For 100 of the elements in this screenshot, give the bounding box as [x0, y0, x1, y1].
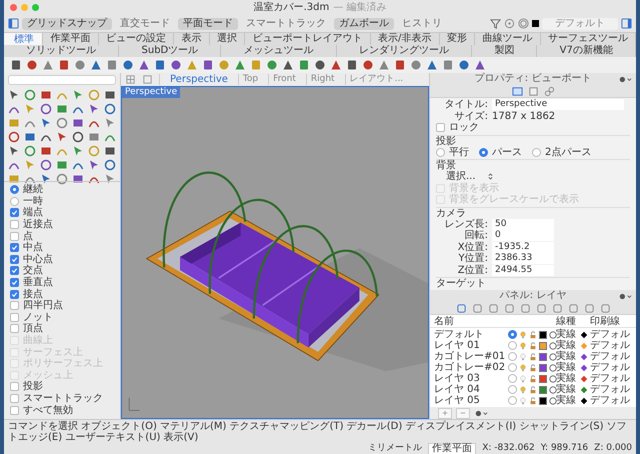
tool-icon[interactable] — [362, 59, 374, 71]
print-width-cell[interactable]: デフォル — [590, 384, 634, 395]
linetype-cell[interactable]: 実線 — [556, 373, 578, 384]
checkbox[interactable] — [10, 324, 19, 334]
tool-icon[interactable] — [24, 89, 36, 101]
tool-icon[interactable] — [104, 145, 116, 157]
tool-icon[interactable] — [56, 131, 68, 143]
light-bulb-icon[interactable] — [519, 374, 527, 382]
panel-icon[interactable] — [552, 302, 562, 314]
layer-name[interactable]: デフォルト — [434, 329, 508, 340]
viewport-label[interactable]: Perspective — [122, 87, 180, 98]
tool-icon[interactable] — [378, 59, 390, 71]
checkbox[interactable] — [10, 312, 19, 322]
current-layer-radio[interactable] — [508, 363, 517, 372]
tool-icon[interactable] — [266, 59, 278, 71]
print-width-cell[interactable]: デフォル — [590, 329, 634, 340]
current-layer-radio[interactable] — [508, 396, 517, 405]
tool-icon[interactable] — [72, 117, 84, 129]
print-color-diamond-icon[interactable] — [578, 352, 590, 360]
print-width-cell[interactable]: デフォル — [590, 373, 634, 384]
checkbox[interactable] — [10, 278, 19, 288]
camera-field[interactable]: -1935.2 — [492, 242, 554, 253]
gear-icon[interactable] — [618, 292, 632, 301]
tool-icon[interactable] — [8, 145, 20, 157]
print-color-diamond-icon[interactable] — [578, 386, 590, 394]
tool-icon[interactable] — [40, 89, 52, 101]
print-color-diamond-icon[interactable] — [578, 330, 590, 338]
radio-button[interactable] — [479, 148, 488, 157]
current-layer-radio[interactable] — [508, 330, 517, 339]
link-icon[interactable] — [544, 86, 554, 96]
light-bulb-icon[interactable] — [519, 330, 527, 338]
gear-icon[interactable] — [618, 75, 632, 84]
layer-color-swatch[interactable] — [539, 374, 547, 382]
layer-color-swatch[interactable] — [539, 364, 547, 372]
panel-icon[interactable] — [472, 302, 482, 314]
material-circle-icon[interactable] — [549, 342, 557, 350]
lock-icon[interactable] — [529, 342, 537, 350]
tool-icon[interactable] — [40, 117, 52, 129]
lock-icon[interactable] — [529, 364, 537, 372]
tool-icon[interactable] — [56, 117, 68, 129]
tool-icon[interactable] — [104, 117, 116, 129]
radio-button[interactable] — [10, 196, 19, 206]
tool-icon[interactable] — [40, 173, 52, 185]
mode-toggle[interactable]: グリッドスナップ — [22, 18, 112, 30]
tool-icon[interactable] — [72, 89, 84, 101]
panel-icon[interactable] — [568, 302, 578, 314]
tool-icon[interactable] — [40, 103, 52, 115]
layer-name[interactable]: レイヤ 05 — [434, 395, 508, 406]
checkbox[interactable] — [10, 208, 19, 218]
tool-icon[interactable] — [88, 131, 100, 143]
checkbox[interactable] — [10, 220, 19, 230]
toolbar-tab[interactable]: 標準 — [4, 33, 44, 45]
layer-color-swatch[interactable] — [539, 396, 547, 404]
tool-icon[interactable] — [90, 59, 102, 71]
print-width-cell[interactable]: デフォル — [590, 362, 634, 373]
print-width-cell[interactable]: デフォル — [590, 395, 634, 406]
linetype-cell[interactable]: 実線 — [556, 340, 578, 351]
tool-icon[interactable] — [104, 89, 116, 101]
tool-icon[interactable] — [154, 59, 166, 71]
tool-icon[interactable] — [474, 59, 486, 71]
tool-icon[interactable] — [104, 159, 116, 171]
tool-icon[interactable] — [40, 159, 52, 171]
tool-icon[interactable] — [24, 131, 36, 143]
gear-icon[interactable] — [474, 408, 488, 418]
lock-icon[interactable] — [529, 374, 537, 382]
tool-icon[interactable] — [40, 145, 52, 157]
camera-field[interactable]: 2386.33 — [492, 253, 554, 264]
light-bulb-icon[interactable] — [519, 364, 527, 372]
tool-icon[interactable] — [202, 59, 214, 71]
layer-color-swatch[interactable] — [539, 330, 547, 338]
cplane-dropdown[interactable]: 作業平面 — [428, 442, 476, 454]
title-field[interactable]: Perspective — [492, 99, 624, 110]
layer-color-swatch[interactable] — [539, 352, 547, 360]
layer-name[interactable]: レイヤ 01 — [434, 340, 508, 351]
material-circle-icon[interactable] — [549, 364, 557, 372]
filter-icon[interactable] — [490, 18, 501, 29]
tool-icon[interactable] — [346, 59, 358, 71]
material-circle-icon[interactable] — [549, 352, 557, 360]
tool-icon[interactable] — [138, 59, 150, 71]
tool-icon[interactable] — [58, 59, 70, 71]
print-color-diamond-icon[interactable] — [578, 396, 590, 404]
panel-icon[interactable] — [504, 302, 514, 314]
target-icon[interactable] — [504, 18, 515, 29]
current-layer-radio[interactable] — [508, 352, 517, 361]
panel-icon[interactable] — [520, 302, 530, 314]
linetype-cell[interactable]: 実線 — [556, 351, 578, 362]
tool-icon[interactable] — [26, 59, 38, 71]
print-width-cell[interactable]: デフォル — [590, 340, 634, 351]
tool-icon[interactable] — [106, 59, 118, 71]
tool-icon[interactable] — [282, 59, 294, 71]
search-field[interactable] — [8, 75, 116, 85]
tool-icon[interactable] — [42, 59, 54, 71]
checkbox[interactable] — [10, 232, 19, 241]
current-layer-radio[interactable] — [508, 341, 517, 350]
panel-icon[interactable] — [584, 302, 594, 314]
linetype-cell[interactable]: 実線 — [556, 395, 578, 406]
camera-field[interactable]: 50 — [492, 218, 554, 230]
camera-field[interactable]: 0 — [492, 230, 554, 242]
tool-icon[interactable] — [314, 59, 326, 71]
panel-icon[interactable] — [600, 302, 610, 314]
